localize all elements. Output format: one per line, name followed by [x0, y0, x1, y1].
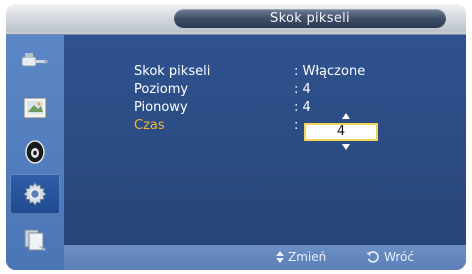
setting-label: Czas — [134, 118, 165, 133]
setup-icon — [23, 182, 47, 206]
menu-title: Skok pikseli — [270, 11, 350, 26]
sidebar-item-multi-control[interactable] — [10, 221, 60, 259]
sidebar-item-picture[interactable] — [10, 89, 60, 127]
setting-label: Poziomy — [134, 82, 189, 97]
back-hint[interactable]: Wróć — [366, 250, 414, 264]
input-icon — [21, 53, 49, 67]
sidebar-item-setup[interactable] — [10, 174, 60, 214]
change-hint[interactable]: Zmień — [276, 250, 326, 264]
sidebar — [6, 35, 64, 270]
change-label: Zmień — [288, 250, 327, 264]
back-label: Wróć — [384, 250, 414, 264]
up-down-icon — [276, 251, 284, 263]
sidebar-item-input[interactable] — [10, 43, 60, 81]
setting-label: Pionowy — [134, 100, 188, 115]
setting-value: : 4 — [294, 100, 311, 115]
setting-value: : Włączone — [294, 64, 366, 79]
setting-label: Skok pikseli — [134, 64, 211, 79]
sound-icon — [25, 140, 45, 164]
settings-panel: Skok pikseli : Włączone Poziomy : 4 Pion… — [64, 35, 466, 245]
footer-bar: Zmień Wróć — [64, 245, 466, 270]
time-value-input[interactable]: 4 — [304, 123, 378, 141]
sidebar-item-sound[interactable] — [10, 133, 60, 171]
return-icon — [366, 251, 379, 263]
setting-value: : — [294, 118, 299, 133]
decrease-arrow-icon[interactable] — [342, 144, 350, 150]
picture-icon — [23, 97, 47, 119]
multi-control-icon — [24, 229, 46, 251]
increase-arrow-icon[interactable] — [342, 113, 350, 119]
title-pill: Skok pikseli — [174, 9, 446, 28]
osd-menu: Skok pikseli Skok pikseli: Włączone Poz… — [6, 4, 466, 270]
title-bar: Skok pikseli — [6, 4, 466, 32]
setting-value: : 4 — [294, 82, 311, 97]
